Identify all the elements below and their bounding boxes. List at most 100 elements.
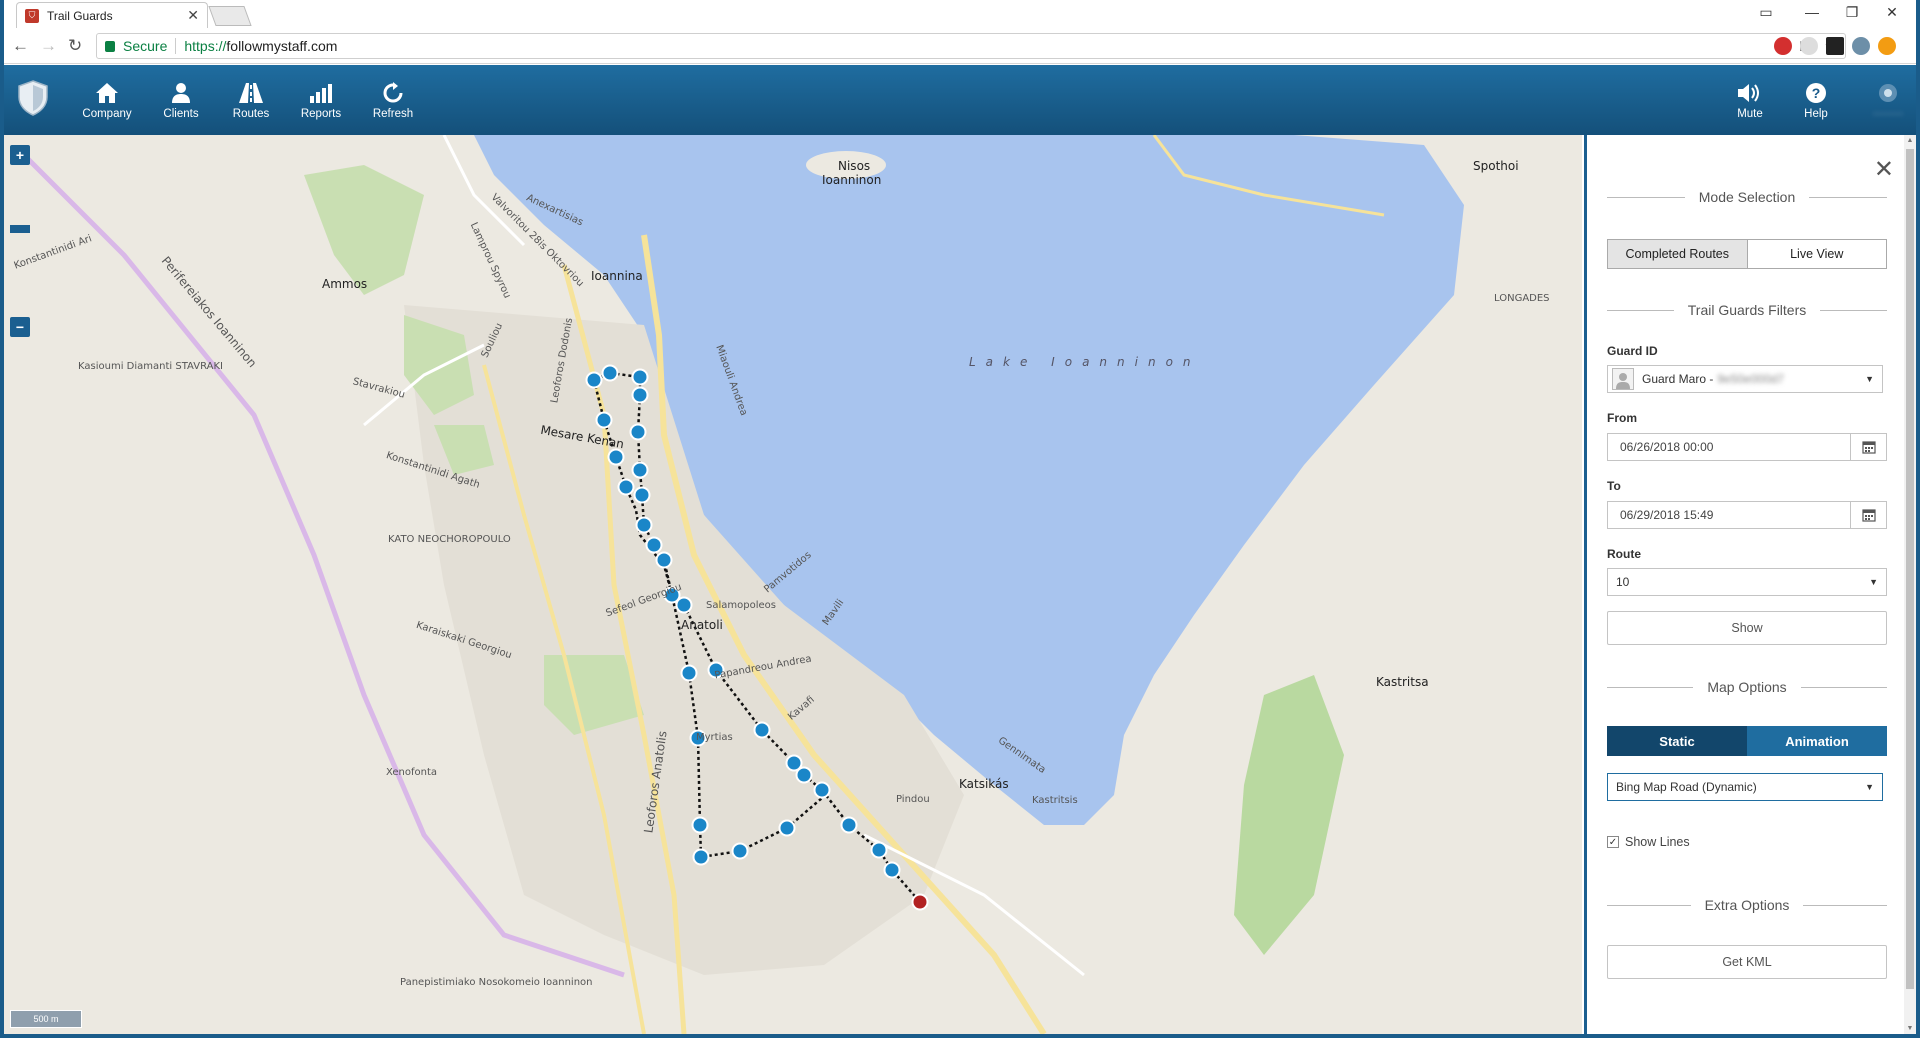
browser-tab[interactable]: ⛉ Trail Guards ✕ [16, 2, 208, 28]
route-point-marker[interactable] [655, 551, 673, 569]
calendar-icon[interactable] [1850, 434, 1886, 460]
forward-icon[interactable]: → [40, 36, 57, 56]
route-point-marker[interactable] [883, 861, 901, 879]
route-point-marker[interactable] [680, 664, 698, 682]
static-button[interactable]: Static [1607, 726, 1747, 756]
refresh-icon [353, 81, 433, 105]
back-icon[interactable]: ← [12, 36, 29, 56]
zoom-out-button[interactable]: − [10, 317, 30, 337]
guard-id-value: Guard Maro - [1642, 372, 1714, 386]
to-label: To [1607, 479, 1621, 493]
close-window-button[interactable]: ✕ [1870, 4, 1914, 21]
map-label-ioannina: Ioannina [591, 269, 643, 283]
circle-extension-icon[interactable] [1800, 37, 1818, 55]
opera-extension-icon[interactable] [1774, 37, 1792, 55]
map-label-pindou: Pindou [896, 794, 930, 805]
extra-options-header: Extra Options [1607, 895, 1888, 915]
section-rule [1820, 309, 1888, 311]
nav-routes[interactable]: Routes [211, 81, 291, 120]
route-point-marker[interactable] [691, 816, 709, 834]
get-kml-button[interactable]: Get KML [1607, 945, 1887, 979]
nav-refresh[interactable]: Refresh [353, 81, 433, 120]
live-view-button[interactable]: Live View [1748, 240, 1887, 268]
route-point-marker[interactable] [645, 536, 663, 554]
route-point-marker[interactable] [633, 486, 651, 504]
show-lines-label: Show Lines [1625, 835, 1690, 849]
route-point-marker[interactable] [778, 819, 796, 837]
map-type-select[interactable]: Bing Map Road (Dynamic) ▼ [1607, 773, 1883, 801]
show-lines-checkbox[interactable]: ✓ Show Lines [1607, 835, 1690, 849]
svg-text:?: ? [1812, 85, 1821, 101]
nav-help[interactable]: ? Help [1776, 81, 1856, 120]
to-date-input[interactable]: 06/29/2018 15:49 [1607, 501, 1887, 529]
nav-clients[interactable]: Clients [141, 81, 221, 120]
map-view[interactable]: + − Lake Ioanninon Ammos Ioannina Nisos … [4, 135, 1582, 1034]
nav-routes-label: Routes [232, 108, 270, 120]
route-end-marker[interactable] [911, 893, 929, 911]
route-point-marker[interactable] [585, 371, 603, 389]
nav-refresh-label: Refresh [372, 108, 414, 120]
scroll-thumb[interactable] [1906, 149, 1914, 989]
route-label: Route [1607, 547, 1641, 561]
route-point-marker[interactable] [870, 841, 888, 859]
new-tab-button[interactable] [208, 6, 252, 26]
route-point-marker[interactable] [692, 848, 710, 866]
alert-extension-icon[interactable] [1878, 37, 1896, 55]
route-point-marker[interactable] [813, 781, 831, 799]
minimize-button[interactable]: — [1790, 4, 1834, 20]
nav-company[interactable]: Company [67, 81, 147, 120]
checkbox-check-icon: ✓ [1607, 836, 1619, 848]
shield-favicon-icon: ⛉ [25, 8, 39, 23]
sync-extension-icon[interactable] [1852, 37, 1870, 55]
scroll-up-icon[interactable]: ▲ [1904, 137, 1916, 144]
route-point-marker[interactable] [631, 368, 649, 386]
guard-id-select[interactable]: Guard Maro - 9e50e000d7 ▼ [1607, 365, 1883, 393]
route-point-marker[interactable] [617, 478, 635, 496]
map-label-myrtias: Myrtias [696, 732, 733, 743]
route-point-marker[interactable] [601, 364, 619, 382]
map-label-hospital: Panepistimiako Nosokomeio Ioanninon [400, 977, 593, 988]
map-label-kastritsis: Kastritsis [1032, 795, 1078, 806]
route-point-marker[interactable] [731, 842, 749, 860]
reload-icon[interactable]: ↻ [68, 36, 82, 56]
map-label-kato-neochoropoulo: KATO NEOCHOROPOULO [388, 534, 511, 545]
route-select[interactable]: 10 ▼ [1607, 568, 1887, 596]
bookmark-extension-icon[interactable] [1826, 37, 1844, 55]
route-point-marker[interactable] [595, 411, 613, 429]
dropdown-caret-icon: ▼ [1869, 577, 1878, 587]
url-field[interactable]: Secure https://followmystaff.com ⚿ ☆ [96, 33, 1846, 59]
animation-button[interactable]: Animation [1747, 726, 1887, 756]
route-point-marker[interactable] [635, 516, 653, 534]
completed-routes-button[interactable]: Completed Routes [1608, 240, 1748, 268]
home-icon [67, 81, 147, 105]
restore-button[interactable]: ❐ [1830, 4, 1874, 21]
scroll-down-icon[interactable]: ▼ [1904, 1025, 1916, 1032]
panel-scrollbar[interactable]: ▲ ▼ [1904, 135, 1916, 1034]
map-label-xenofonta: Xenofonta [386, 767, 438, 778]
route-point-marker[interactable] [675, 596, 693, 614]
zoom-in-button[interactable]: + [10, 145, 30, 165]
panel-close-icon[interactable]: ✕ [1874, 155, 1894, 184]
from-date-input[interactable]: 06/26/2018 00:00 [1607, 433, 1887, 461]
map-label-spothoi: Spothoi [1473, 159, 1519, 173]
zoom-slider-handle[interactable] [10, 225, 30, 233]
mode-toggle: Completed Routes Live View [1607, 239, 1887, 269]
dropdown-caret-icon: ▼ [1865, 782, 1874, 792]
route-point-marker[interactable] [607, 448, 625, 466]
tab-close-icon[interactable]: ✕ [187, 7, 199, 24]
route-point-marker[interactable] [631, 461, 649, 479]
show-button[interactable]: Show [1607, 611, 1887, 645]
route-point-marker[interactable] [631, 386, 649, 404]
nav-company-label: Company [82, 108, 132, 120]
nav-user-settings[interactable]: ········ [1848, 81, 1916, 120]
route-point-marker[interactable] [795, 766, 813, 784]
route-point-marker[interactable] [753, 721, 771, 739]
user-profile-icon[interactable]: ▭ [1744, 4, 1788, 21]
route-point-marker[interactable] [840, 816, 858, 834]
route-point-marker[interactable] [629, 423, 647, 441]
nav-clients-label: Clients [163, 108, 199, 120]
nav-reports[interactable]: Reports [281, 81, 361, 120]
calendar-icon[interactable] [1850, 502, 1886, 528]
map-type-value: Bing Map Road (Dynamic) [1616, 780, 1757, 794]
map-label-anatoli: Anatoli [681, 618, 723, 632]
